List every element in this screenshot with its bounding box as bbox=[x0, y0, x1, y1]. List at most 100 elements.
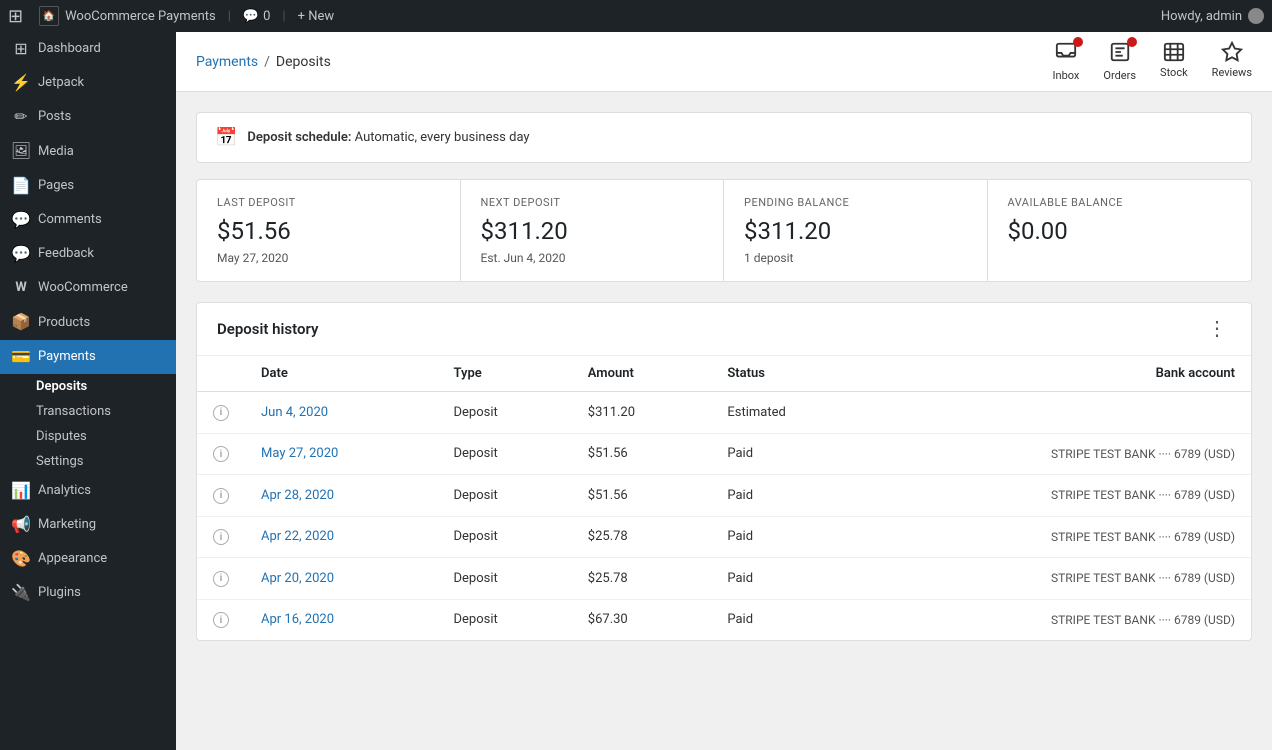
sidebar-sub-deposits[interactable]: Deposits bbox=[0, 374, 176, 399]
media-icon: 🖼 bbox=[12, 143, 30, 161]
info-icon-2[interactable]: i bbox=[213, 488, 229, 504]
row-info-5: i bbox=[197, 599, 245, 640]
next-deposit-label: NEXT DEPOSIT bbox=[481, 196, 704, 209]
row-amount-0: $311.20 bbox=[572, 392, 712, 434]
date-link-0[interactable]: Jun 4, 2020 bbox=[261, 405, 328, 420]
sidebar-label-payments: Payments bbox=[38, 348, 96, 366]
site-name[interactable]: 🏠 WooCommerce Payments bbox=[39, 6, 216, 26]
sidebar-item-posts[interactable]: ✏ Posts bbox=[0, 100, 176, 134]
row-amount-5: $67.30 bbox=[572, 599, 712, 640]
info-icon-4[interactable]: i bbox=[213, 571, 229, 587]
date-link-4[interactable]: Apr 20, 2020 bbox=[261, 571, 334, 586]
more-options-button[interactable]: ⋮ bbox=[1203, 319, 1231, 339]
row-date-1: May 27, 2020 bbox=[245, 433, 438, 475]
row-info-3: i bbox=[197, 516, 245, 558]
table-row: i Apr 20, 2020 Deposit $25.78 Paid STRIP… bbox=[197, 558, 1251, 600]
new-link[interactable]: + New bbox=[298, 9, 335, 24]
sidebar-label-media: Media bbox=[38, 143, 74, 161]
row-info-4: i bbox=[197, 558, 245, 600]
summary-card-next-deposit: NEXT DEPOSIT $311.20 Est. Jun 4, 2020 bbox=[461, 180, 725, 281]
row-date-0: Jun 4, 2020 bbox=[245, 392, 438, 434]
info-icon-3[interactable]: i bbox=[213, 529, 229, 545]
summary-cards: LAST DEPOSIT $51.56 May 27, 2020 NEXT DE… bbox=[196, 179, 1252, 282]
stock-label: Stock bbox=[1160, 66, 1188, 79]
sidebar-sub-settings[interactable]: Settings bbox=[0, 449, 176, 474]
date-link-3[interactable]: Apr 22, 2020 bbox=[261, 529, 334, 544]
sidebar-item-feedback[interactable]: 💬 Feedback bbox=[0, 237, 176, 271]
sidebar-item-payments[interactable]: 💳 Payments bbox=[0, 340, 176, 374]
row-info-2: i bbox=[197, 475, 245, 517]
info-icon-5[interactable]: i bbox=[213, 612, 229, 628]
woocommerce-icon: W bbox=[12, 279, 30, 297]
toolbar-stock[interactable]: Stock bbox=[1160, 41, 1188, 82]
sidebar-item-products[interactable]: 📦 Products bbox=[0, 306, 176, 340]
sidebar-item-plugins[interactable]: 🔌 Plugins bbox=[0, 576, 176, 610]
col-date: Date bbox=[245, 356, 438, 392]
toolbar-inbox[interactable]: Inbox bbox=[1053, 41, 1080, 82]
sidebar-item-woocommerce[interactable]: W WooCommerce bbox=[0, 271, 176, 305]
date-link-2[interactable]: Apr 28, 2020 bbox=[261, 488, 334, 503]
col-bank-account: Bank account bbox=[871, 356, 1251, 392]
sidebar-item-media[interactable]: 🖼 Media bbox=[0, 135, 176, 169]
sidebar-item-pages[interactable]: 📄 Pages bbox=[0, 169, 176, 203]
plugins-icon: 🔌 bbox=[12, 585, 30, 603]
orders-badge bbox=[1127, 37, 1137, 47]
sidebar-label-dashboard: Dashboard bbox=[38, 40, 101, 58]
col-info bbox=[197, 356, 245, 392]
wp-logo-icon: ⊞ bbox=[8, 6, 23, 27]
table-body: i Jun 4, 2020 Deposit $311.20 Estimated … bbox=[197, 392, 1251, 641]
reviews-label: Reviews bbox=[1212, 66, 1252, 79]
sidebar-item-analytics[interactable]: 📊 Analytics bbox=[0, 474, 176, 508]
admin-bar: ⊞ 🏠 WooCommerce Payments | 💬 0 | + New H… bbox=[0, 0, 1272, 32]
last-deposit-amount: $51.56 bbox=[217, 217, 440, 245]
deposit-schedule-bold: Deposit schedule: bbox=[247, 130, 351, 145]
date-link-5[interactable]: Apr 16, 2020 bbox=[261, 612, 334, 627]
payments-icon: 💳 bbox=[12, 348, 30, 366]
toolbar-icons: Inbox Orders bbox=[1053, 41, 1252, 82]
marketing-icon: 📢 bbox=[12, 516, 30, 534]
sidebar-item-comments[interactable]: 💬 Comments bbox=[0, 203, 176, 237]
analytics-icon: 📊 bbox=[12, 482, 30, 500]
sidebar-label-pages: Pages bbox=[38, 177, 74, 195]
comments-count: 0 bbox=[263, 9, 270, 24]
row-bank-1: STRIPE TEST BANK ···· 6789 (USD) bbox=[871, 433, 1251, 475]
row-type-0: Deposit bbox=[438, 392, 572, 434]
sidebar-item-dashboard[interactable]: ⊞ Dashboard bbox=[0, 32, 176, 66]
toolbar-orders[interactable]: Orders bbox=[1103, 41, 1136, 82]
appearance-icon: 🎨 bbox=[12, 550, 30, 568]
row-bank-5: STRIPE TEST BANK ···· 6789 (USD) bbox=[871, 599, 1251, 640]
sidebar: ⊞ Dashboard ⚡ Jetpack ✏ Posts 🖼 Media 📄 … bbox=[0, 32, 176, 750]
sidebar-item-marketing[interactable]: 📢 Marketing bbox=[0, 508, 176, 542]
howdy-section[interactable]: Howdy, admin bbox=[1161, 8, 1264, 24]
comments-link[interactable]: 💬 0 bbox=[243, 9, 271, 24]
summary-card-available-balance: AVAILABLE BALANCE $0.00 bbox=[988, 180, 1252, 281]
sidebar-sub-transactions[interactable]: Transactions bbox=[0, 399, 176, 424]
col-amount: Amount bbox=[572, 356, 712, 392]
deposit-schedule-text: Deposit schedule: Automatic, every busin… bbox=[247, 130, 529, 145]
sidebar-label-analytics: Analytics bbox=[38, 482, 91, 500]
sidebar-label-woocommerce: WooCommerce bbox=[38, 279, 128, 297]
sidebar-sub-disputes[interactable]: Disputes bbox=[0, 424, 176, 449]
info-icon-0[interactable]: i bbox=[213, 405, 229, 421]
breadcrumb-parent[interactable]: Payments bbox=[196, 54, 258, 70]
row-status-2: Paid bbox=[711, 475, 870, 517]
feedback-icon: 💬 bbox=[12, 245, 30, 263]
date-link-1[interactable]: May 27, 2020 bbox=[261, 446, 338, 461]
sidebar-item-jetpack[interactable]: ⚡ Jetpack bbox=[0, 66, 176, 100]
deposit-history-section: Deposit history ⋮ Date Type Amount Statu… bbox=[196, 302, 1252, 641]
info-icon-1[interactable]: i bbox=[213, 446, 229, 462]
row-status-1: Paid bbox=[711, 433, 870, 475]
jetpack-icon: ⚡ bbox=[12, 74, 30, 92]
summary-card-pending-balance: PENDING BALANCE $311.20 1 deposit bbox=[724, 180, 988, 281]
row-type-1: Deposit bbox=[438, 433, 572, 475]
speech-icon: 💬 bbox=[243, 9, 259, 24]
row-date-2: Apr 28, 2020 bbox=[245, 475, 438, 517]
toolbar-reviews[interactable]: Reviews bbox=[1212, 41, 1252, 82]
row-bank-0 bbox=[871, 392, 1251, 434]
history-header: Deposit history ⋮ bbox=[197, 303, 1251, 356]
sidebar-item-appearance[interactable]: 🎨 Appearance bbox=[0, 542, 176, 576]
pending-balance-amount: $311.20 bbox=[744, 217, 967, 245]
sidebar-label-jetpack: Jetpack bbox=[38, 74, 84, 92]
pages-icon: 📄 bbox=[12, 177, 30, 195]
row-amount-3: $25.78 bbox=[572, 516, 712, 558]
